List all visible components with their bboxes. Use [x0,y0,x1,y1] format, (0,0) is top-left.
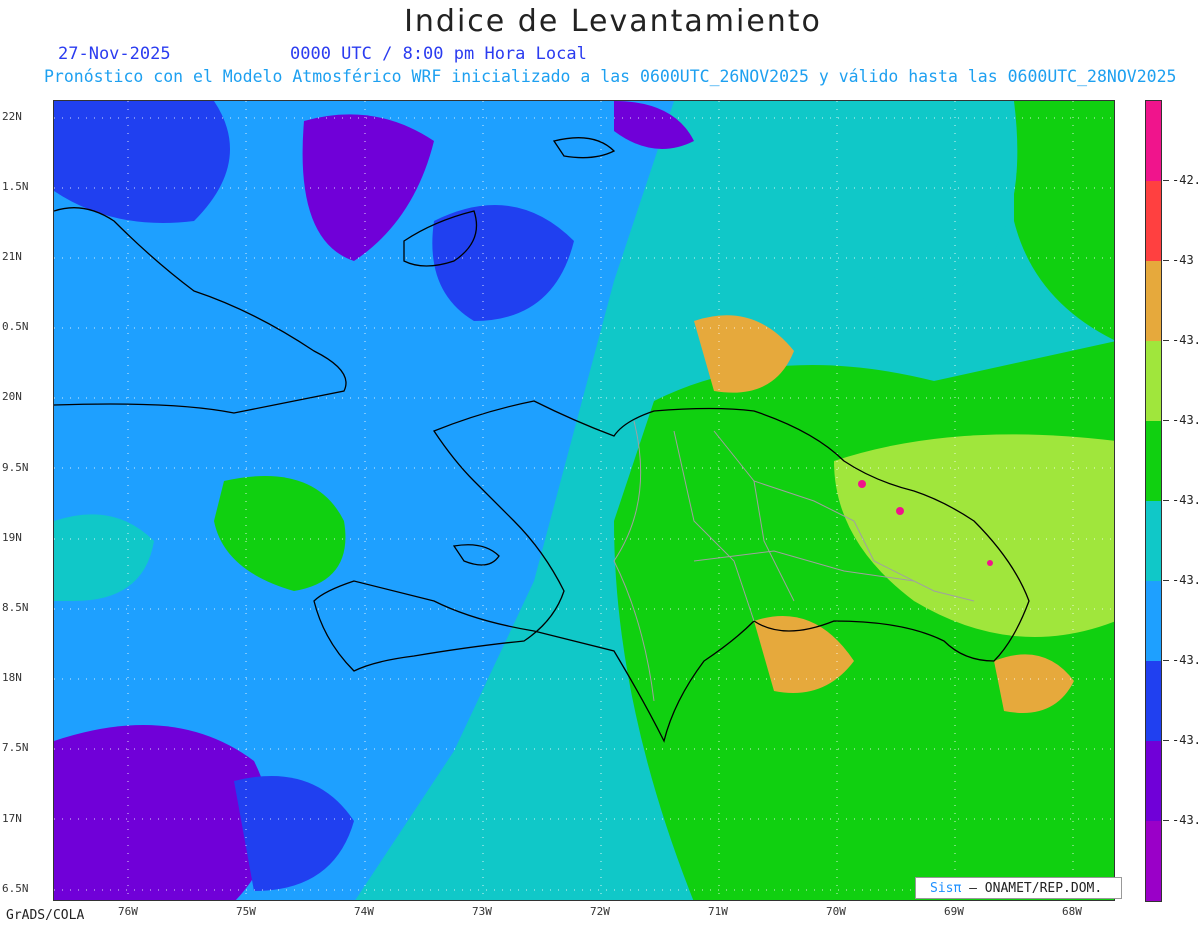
lat-label: 7.5N [2,741,29,754]
colorbar-tick [1163,260,1169,261]
logo-text: – ONAMET/REP.DOM. [969,881,1103,896]
colorbar-tick [1163,660,1169,661]
colorbar-tick [1163,500,1169,501]
colorbar-segment [1146,661,1161,741]
lon-label: 75W [236,905,256,918]
lat-label: 0.5N [2,320,29,333]
grads-credit: GrADS/COLA [6,908,85,923]
colorbar-label: -43.2 [1172,493,1200,507]
colorbar-segment [1146,741,1161,821]
lat-label: 18N [2,671,22,684]
lon-label: 74W [354,905,374,918]
lat-label: 17N [2,812,22,825]
lon-label: 72W [590,905,610,918]
field-max-2 [896,507,904,515]
colorbar-label: -43.3 [1172,653,1200,667]
colorbar-label: -43.1 [1172,413,1200,427]
colorbar-tick [1163,580,1169,581]
colorbar-tick [1163,340,1169,341]
colorbar-segment [1146,821,1161,901]
page-title: Indice de Levantamiento [404,4,822,39]
colorbar-segment [1146,341,1161,421]
field-blue-nw [54,101,230,223]
lon-label: 76W [118,905,138,918]
lon-label: 68W [1062,905,1082,918]
lat-label: 1.5N [2,180,29,193]
colorbar-label: -42.9 [1172,173,1200,187]
colorbar-tick [1163,820,1169,821]
colorbar-segment [1146,501,1161,581]
forecast-time: 0000 UTC / 8:00 pm Hora Local [290,44,587,64]
colorbar-label: -43.4 [1172,813,1200,827]
lat-label: 20N [2,390,22,403]
lon-label: 70W [826,905,846,918]
lon-label: 73W [472,905,492,918]
sispi-logo: Sisπ – ONAMET/REP.DOM. [915,877,1122,899]
colorbar-segment [1146,261,1161,341]
lat-label: 6.5N [2,882,29,895]
colorbar-segment [1146,581,1161,661]
lon-label: 71W [708,905,728,918]
field-purple-sw [54,725,270,900]
colorbar-tick [1163,180,1169,181]
lon-label: 69W [944,905,964,918]
colorbar-tick [1163,740,1169,741]
colorbar-label: -43 [1172,253,1194,267]
lat-label: 8.5N [2,601,29,614]
colorbar-label: -43.3 [1172,573,1200,587]
lat-label: 19N [2,531,22,544]
lat-label: 9.5N [2,461,29,474]
lat-label: 21N [2,250,22,263]
field-max-1 [858,480,866,488]
colorbar-segment [1146,181,1161,261]
forecast-subtitle: Pronóstico con el Modelo Atmosférico WRF… [44,67,1177,86]
field-max-3 [987,560,993,566]
logo-brand: Sisπ [930,881,962,896]
colorbar-label: -43.4 [1172,733,1200,747]
colorbar-segment [1146,421,1161,501]
lat-label: 22N [2,110,22,123]
forecast-date: 27-Nov-2025 [58,44,171,64]
colorbar-tick [1163,420,1169,421]
forecast-map [53,100,1115,901]
colorbar [1145,100,1162,902]
colorbar-label: -43.1 [1172,333,1200,347]
map-field [54,101,1114,900]
colorbar-segment [1146,101,1161,181]
